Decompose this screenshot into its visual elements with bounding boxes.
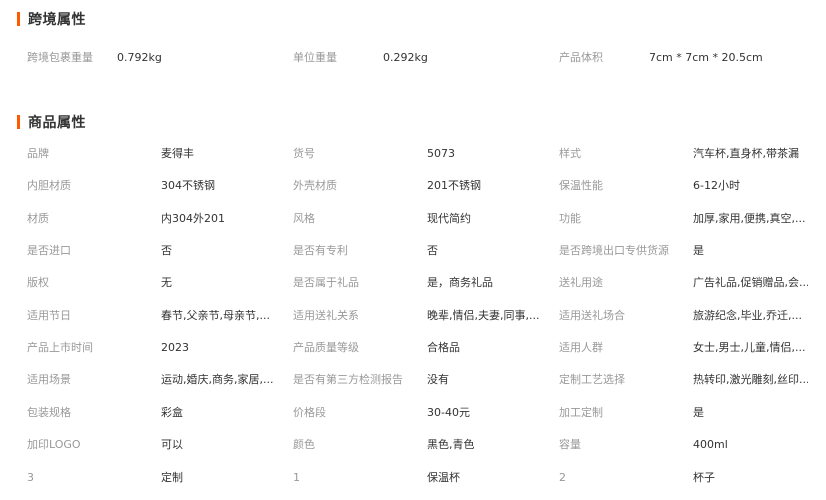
attr-value: 加厚,家用,便携,真空,... [693, 212, 806, 225]
attr-label: 送礼用途 [559, 276, 603, 289]
product-attribute-row: 加印LOGO 可以 颜色 黑色,青色 容量 400ml [0, 436, 826, 454]
attr-value: 合格品 [427, 341, 460, 354]
attr-label: 是否跨境出口专供货源 [559, 244, 669, 257]
product-attribute-row: 品牌 麦得丰 货号 5073 样式 汽车杯,直身杯,带茶漏 [0, 145, 826, 163]
attr-value: 30-40元 [427, 406, 470, 419]
product-attribute-row: 适用节日 春节,父亲节,母亲节,... 适用送礼关系 晚辈,情侣,夫妻,同事,... 适… [0, 307, 826, 325]
product-attribute-row: 适用场景 运动,婚庆,商务,家居,... 是否有第三方检测报告 没有 定制工艺选择 热转印… [0, 371, 826, 389]
product-attribute-row: 是否进口 否 是否有专利 否 是否跨境出口专供货源 是 [0, 242, 826, 260]
attr-label: 保温性能 [559, 179, 603, 192]
product-attribute-row: 3 定制 1 保温杯 2 杯子 [0, 469, 826, 487]
attr-label: 样式 [559, 147, 581, 160]
attr-label: 品牌 [27, 147, 49, 160]
product-attribute-row: 内胆材质 304不锈钢 外壳材质 201不锈钢 保温性能 6-12小时 [0, 177, 826, 195]
attr-value: 304不锈钢 [161, 179, 215, 192]
attr-label: 货号 [293, 147, 315, 160]
attr-value: 春节,父亲节,母亲节,... [161, 309, 270, 322]
attr-value: 没有 [427, 373, 449, 386]
attr-label: 功能 [559, 212, 581, 225]
attr-value: 汽车杯,直身杯,带茶漏 [693, 147, 799, 160]
cross-border-attributes-row: 跨境包裹重量 0.792kg 单位重量 0.292kg 产品体积 7cm * 7… [0, 49, 826, 67]
attr-value: 可以 [161, 438, 183, 451]
attr-value: 现代简约 [427, 212, 471, 225]
attr-value: 无 [161, 276, 172, 289]
product-attribute-row: 产品上市时间 2023 产品质量等级 合格品 适用人群 女士,男士,儿童,情侣,... [0, 339, 826, 357]
attr-label: 单位重量 [293, 51, 337, 64]
attr-label: 内胆材质 [27, 179, 71, 192]
attr-value: 7cm * 7cm * 20.5cm [649, 51, 763, 64]
attr-label: 适用送礼关系 [293, 309, 359, 322]
attr-value: 运动,婚庆,商务,家居,... [161, 373, 274, 386]
attr-value: 女士,男士,儿童,情侣,... [693, 341, 806, 354]
attr-label: 颜色 [293, 438, 315, 451]
attr-value: 5073 [427, 147, 455, 160]
attr-value: 0.292kg [383, 51, 428, 64]
attr-label: 版权 [27, 276, 49, 289]
attr-value: 广告礼品,促销赠品,会... [693, 276, 808, 289]
attr-value: 旅游纪念,毕业,乔迁,... [693, 309, 802, 322]
attr-label: 加印LOGO [27, 438, 81, 451]
attr-label: 容量 [559, 438, 581, 451]
attr-label: 风格 [293, 212, 315, 225]
attr-value: 是，商务礼品 [427, 276, 493, 289]
attr-label: 1 [293, 471, 300, 484]
attr-value: 黑色,青色 [427, 438, 475, 451]
attr-label: 是否有第三方检测报告 [293, 373, 403, 386]
attr-label: 定制工艺选择 [559, 373, 625, 386]
attr-label: 适用送礼场合 [559, 309, 625, 322]
attr-label: 适用节日 [27, 309, 71, 322]
attr-label: 外壳材质 [293, 179, 337, 192]
attr-label: 是否有专利 [293, 244, 348, 257]
attr-label: 适用场景 [27, 373, 71, 386]
attr-value: 0.792kg [117, 51, 162, 64]
attr-value: 201不锈钢 [427, 179, 481, 192]
attr-value: 是 [693, 244, 704, 257]
attr-label: 是否属于礼品 [293, 276, 359, 289]
attr-value: 400ml [693, 438, 728, 451]
attr-label: 跨境包裹重量 [27, 51, 93, 64]
attr-label: 产品体积 [559, 51, 603, 64]
attr-label: 适用人群 [559, 341, 603, 354]
attr-value: 内304外201 [161, 212, 225, 225]
attr-label: 产品上市时间 [27, 341, 93, 354]
attr-value: 定制 [161, 471, 183, 484]
attr-value: 晚辈,情侣,夫妻,同事,... [427, 309, 540, 322]
product-attribute-row: 版权 无 是否属于礼品 是，商务礼品 送礼用途 广告礼品,促销赠品,会... [0, 274, 826, 292]
accent-bar [17, 12, 20, 26]
product-attribute-row: 包装规格 彩盒 价格段 30-40元 加工定制 是 [0, 404, 826, 422]
attr-value: 否 [427, 244, 438, 257]
attr-value: 彩盒 [161, 406, 183, 419]
attr-value: 2023 [161, 341, 189, 354]
attr-label: 包装规格 [27, 406, 71, 419]
attr-label: 加工定制 [559, 406, 603, 419]
attr-value: 热转印,激光雕刻,丝印... [693, 373, 808, 386]
attr-label: 2 [559, 471, 566, 484]
attr-label: 价格段 [293, 406, 326, 419]
section-title-text: 商品属性 [28, 115, 86, 131]
product-attribute-row: 材质 内304外201 风格 现代简约 功能 加厚,家用,便携,真空,... [0, 210, 826, 228]
attr-label: 3 [27, 471, 34, 484]
attr-label: 是否进口 [27, 244, 71, 257]
accent-bar [17, 115, 20, 129]
section-title-text: 跨境属性 [28, 12, 86, 28]
attr-value: 是 [693, 406, 704, 419]
cross-border-section-title: 跨境属性 [17, 11, 86, 28]
attr-value: 麦得丰 [161, 147, 194, 160]
attr-value: 杯子 [693, 471, 715, 484]
product-section-title: 商品属性 [17, 114, 86, 131]
attr-label: 材质 [27, 212, 49, 225]
attr-label: 产品质量等级 [293, 341, 359, 354]
attr-value: 6-12小时 [693, 179, 740, 192]
attr-value: 保温杯 [427, 471, 460, 484]
attr-value: 否 [161, 244, 172, 257]
